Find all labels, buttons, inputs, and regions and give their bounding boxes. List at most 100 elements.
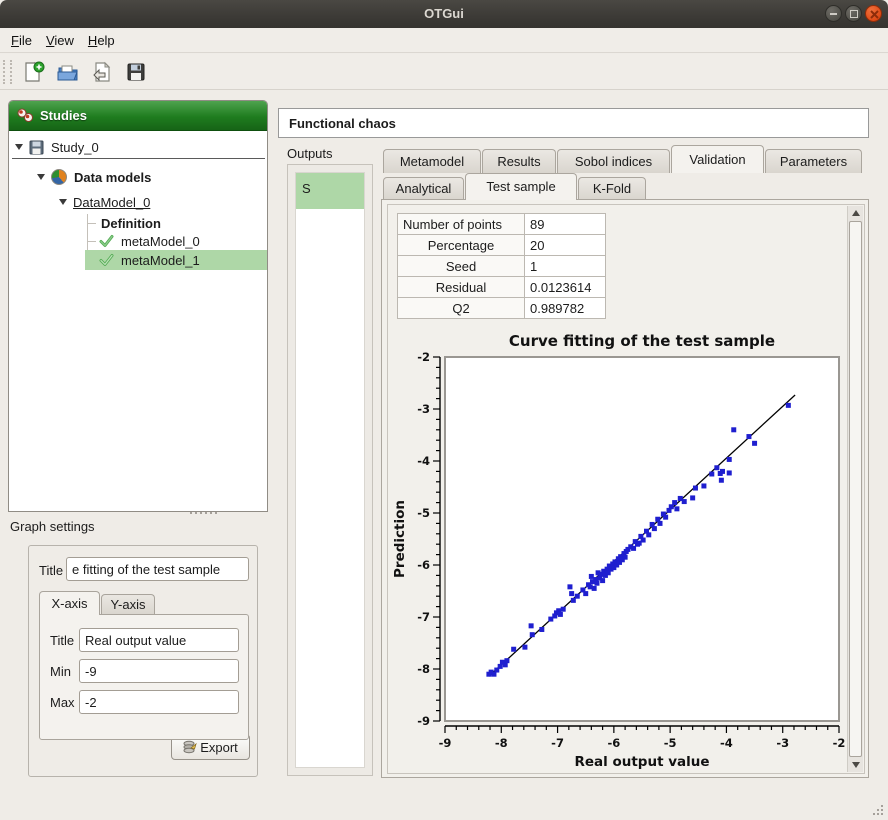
tree-guide-line: [87, 241, 96, 242]
studies-panel: Studies Study_0 Data models DataModel_0 …: [8, 100, 268, 512]
expand-arrow-icon[interactable]: [59, 199, 67, 205]
graph-settings-panel: Title X-axis Y-axis Title Min Max Export: [28, 545, 258, 777]
window-title: OTGui: [0, 6, 888, 21]
table-row: Seed1: [398, 256, 606, 277]
tab-x-axis[interactable]: X-axis: [39, 591, 100, 615]
menu-help[interactable]: Help: [81, 30, 122, 51]
svg-text:-2: -2: [833, 736, 846, 750]
subtab-k-fold[interactable]: K-Fold: [578, 177, 646, 200]
open-study-button[interactable]: [52, 57, 84, 87]
output-item-s[interactable]: S: [296, 173, 364, 209]
table-row: Residual0.0123614: [398, 277, 606, 298]
graph-title-label: Title: [39, 563, 63, 578]
svg-text:-9: -9: [439, 736, 452, 750]
scroll-down-button[interactable]: [848, 758, 863, 772]
svg-text:-6: -6: [417, 558, 430, 572]
check-icon: [99, 234, 114, 248]
validation-pane: Number of points89 Percentage20 Seed1 Re…: [381, 199, 869, 778]
tab-metamodel[interactable]: Metamodel: [383, 149, 481, 173]
titlebar[interactable]: OTGui: [0, 0, 888, 29]
toolbar: [0, 54, 888, 90]
arrow-down-icon: [852, 762, 860, 768]
svg-text:Real output value: Real output value: [574, 754, 709, 770]
outputs-label: Outputs: [287, 146, 333, 161]
table-row: Number of points89: [398, 214, 606, 235]
tab-sobol-indices[interactable]: Sobol indices: [557, 149, 670, 173]
tree-item-label: Definition: [101, 216, 161, 231]
tree-item-study-0[interactable]: Study_0: [15, 137, 99, 157]
menu-view[interactable]: View: [39, 30, 81, 51]
scrollbar-thumb[interactable]: [849, 221, 862, 757]
tree-item-datamodel-0[interactable]: DataModel_0: [59, 192, 150, 212]
menu-file[interactable]: File: [4, 30, 39, 51]
tree-item-data-models[interactable]: Data models: [37, 167, 151, 187]
outputs-list: S: [295, 172, 365, 768]
svg-text:-6: -6: [607, 736, 620, 750]
validation-metrics-table: Number of points89 Percentage20 Seed1 Re…: [397, 213, 606, 319]
studies-header: Studies: [9, 101, 267, 131]
toolbar-drag-handle[interactable]: [3, 60, 12, 84]
tab-validation[interactable]: Validation: [671, 145, 764, 173]
studies-icon: [17, 108, 34, 123]
tab-results[interactable]: Results: [482, 149, 556, 173]
maximize-button[interactable]: [845, 5, 862, 22]
svg-text:-8: -8: [417, 662, 430, 676]
minimize-icon: [830, 13, 837, 15]
studies-header-label: Studies: [40, 108, 87, 123]
export-button-label: Export: [200, 740, 238, 755]
arrow-up-icon: [852, 210, 860, 216]
svg-text:Curve fitting of the test samp: Curve fitting of the test sample: [509, 332, 775, 350]
study-separator: [12, 158, 265, 159]
svg-text:-4: -4: [720, 736, 733, 750]
svg-text:-3: -3: [417, 402, 430, 416]
tree-item-metamodel-0[interactable]: metaModel_0: [99, 231, 200, 251]
subtab-analytical[interactable]: Analytical: [383, 177, 464, 200]
svg-text:Prediction: Prediction: [392, 500, 408, 578]
svg-text:-3: -3: [776, 736, 789, 750]
import-script-icon: [91, 60, 113, 84]
axis-min-input[interactable]: [79, 659, 239, 683]
graph-title-input[interactable]: [66, 557, 249, 581]
expand-arrow-icon[interactable]: [37, 174, 45, 180]
close-button[interactable]: [865, 5, 882, 22]
pie-chart-icon: [51, 169, 67, 185]
scroll-area: Number of points89 Percentage20 Seed1 Re…: [387, 204, 865, 774]
axis-title-input[interactable]: [79, 628, 239, 652]
splitter-handle[interactable]: [190, 512, 192, 514]
tree-item-label: Data models: [74, 170, 151, 185]
folder-open-icon: [56, 60, 80, 84]
analysis-header: Functional chaos: [278, 108, 869, 138]
minimize-button[interactable]: [825, 5, 842, 22]
tree-item-label: DataModel_0: [73, 195, 150, 210]
axis-max-input[interactable]: [79, 690, 239, 714]
tab-parameters[interactable]: Parameters: [765, 149, 862, 173]
axis-max-label: Max: [50, 695, 75, 710]
tree-item-metamodel-1[interactable]: metaModel_1: [99, 250, 200, 270]
scroll-up-button[interactable]: [848, 206, 863, 220]
expand-arrow-icon[interactable]: [15, 144, 23, 150]
save-study-button[interactable]: [120, 57, 152, 87]
new-study-button[interactable]: [18, 57, 50, 87]
import-script-button[interactable]: [86, 57, 118, 87]
menubar: File View Help: [0, 28, 888, 53]
svg-text:-2: -2: [417, 350, 430, 364]
close-icon: [870, 10, 879, 19]
save-icon: [125, 61, 147, 83]
svg-text:-4: -4: [417, 454, 430, 468]
svg-text:-7: -7: [551, 736, 564, 750]
table-row: Q20.989782: [398, 298, 606, 319]
check-icon: [99, 253, 114, 267]
subtab-test-sample[interactable]: Test sample: [465, 173, 577, 200]
svg-text:-7: -7: [417, 610, 430, 624]
window-controls: [825, 5, 882, 22]
floppy-icon: [29, 140, 44, 155]
svg-text:-8: -8: [495, 736, 508, 750]
axis-min-label: Min: [50, 664, 71, 679]
graph-settings-label: Graph settings: [10, 519, 95, 534]
tab-y-axis[interactable]: Y-axis: [101, 594, 155, 615]
maximize-icon: [850, 10, 858, 18]
new-document-icon: [22, 60, 46, 84]
tree-item-definition[interactable]: Definition: [101, 213, 161, 233]
resize-grip[interactable]: [870, 802, 884, 816]
vertical-scrollbar[interactable]: [847, 206, 863, 772]
